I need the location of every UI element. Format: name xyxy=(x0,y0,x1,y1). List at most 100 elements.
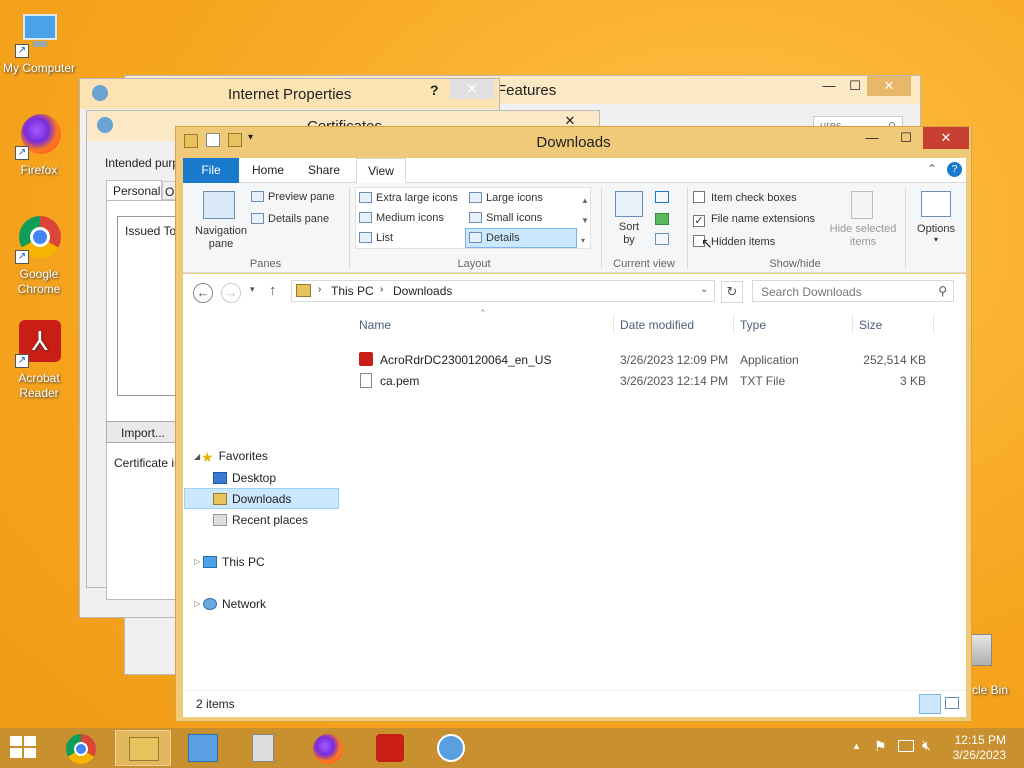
back-button[interactable]: ← xyxy=(193,283,213,303)
network-status-icon[interactable] xyxy=(898,740,914,752)
expand-icon[interactable]: ▷ xyxy=(194,557,200,566)
desktop-icon-firefox[interactable]: ↗ Firefox xyxy=(0,112,78,178)
taskbar-control-panel[interactable] xyxy=(176,730,232,766)
options-icon xyxy=(921,191,951,217)
search-input[interactable]: Search Downloads ⚲ xyxy=(752,280,954,302)
star-icon: ★ xyxy=(201,449,214,465)
hide-selected-items-button[interactable]: Hide selected items xyxy=(827,189,899,251)
group-label-current-view: Current view xyxy=(613,258,675,270)
collapse-ribbon-icon[interactable]: ⌃ xyxy=(927,162,937,176)
forward-button[interactable]: → xyxy=(221,283,241,303)
item-checkboxes-toggle[interactable]: Item check boxes xyxy=(693,191,797,204)
column-header-size[interactable]: Size xyxy=(859,318,882,332)
globe-icon xyxy=(92,85,108,101)
taskbar-acrobat[interactable] xyxy=(362,730,418,766)
expand-icon[interactable]: ▷ xyxy=(194,599,200,608)
up-button[interactable]: ↑ xyxy=(269,282,277,299)
taskbar-chrome[interactable] xyxy=(54,730,110,766)
minimize-button[interactable]: — xyxy=(855,127,889,149)
address-input[interactable]: › This PC › Downloads ⌄ xyxy=(291,280,715,302)
help-button[interactable]: ? xyxy=(430,82,439,98)
tab-home[interactable]: Home xyxy=(245,158,291,183)
tab-view[interactable]: View xyxy=(356,158,406,184)
taskbar-internet-properties[interactable] xyxy=(424,730,480,766)
start-button[interactable] xyxy=(10,736,38,760)
file-size: 252,514 KB xyxy=(863,353,926,367)
close-button[interactable]: ✕ xyxy=(923,127,969,149)
minimize-button[interactable]: — xyxy=(817,76,841,96)
chevron-down-icon[interactable]: ⌄ xyxy=(700,284,708,295)
details-view-button[interactable] xyxy=(919,694,941,714)
tab-personal[interactable]: Personal xyxy=(106,180,162,200)
tab-file[interactable]: File xyxy=(183,158,239,183)
column-header-name[interactable]: Name xyxy=(359,318,391,332)
large-icons-view-button[interactable] xyxy=(945,697,959,709)
file-name: ca.pem xyxy=(380,374,420,388)
close-button[interactable]: ✕ xyxy=(450,79,494,99)
volume-muted-icon[interactable]: 🔇︎ xyxy=(922,737,931,754)
refresh-button[interactable]: ↻ xyxy=(721,281,743,303)
nav-recent-places[interactable]: Recent places xyxy=(213,510,308,530)
taskbar-archive-app[interactable] xyxy=(236,730,292,766)
nav-favorites[interactable]: ★ Favorites xyxy=(201,446,268,466)
control-panel-icon xyxy=(188,734,218,762)
breadcrumb-this-pc[interactable]: This PC xyxy=(331,284,374,298)
layout-small-icons[interactable]: Small icons xyxy=(469,212,542,224)
title-bar[interactable]: ▾ Downloads — ☐ ✕ xyxy=(176,127,971,157)
desktop-icon-acrobat[interactable]: ⅄ ↗ Acrobat Reader xyxy=(0,320,78,401)
window-title: Downloads xyxy=(536,134,611,151)
layout-large-icons[interactable]: Large icons xyxy=(469,192,543,204)
navigation-pane-button[interactable]: Navigation pane xyxy=(191,189,247,255)
tab-share[interactable]: Share xyxy=(301,158,347,183)
layout-medium-icons[interactable]: Medium icons xyxy=(359,212,444,224)
size-columns-icon[interactable] xyxy=(655,233,669,245)
maximize-button[interactable]: ☐ xyxy=(843,76,867,96)
show-hidden-icons-button[interactable]: ▲ xyxy=(852,741,861,751)
clock-time: 12:15 PM xyxy=(954,733,1006,747)
globe-icon xyxy=(437,734,465,762)
nav-this-pc[interactable]: This PC xyxy=(203,552,265,572)
maximize-button[interactable]: ☐ xyxy=(889,127,923,149)
nav-network[interactable]: Network xyxy=(203,594,266,614)
column-header-date-modified[interactable]: Date modified xyxy=(620,318,694,332)
layout-details[interactable]: Details xyxy=(469,232,520,244)
add-columns-icon[interactable] xyxy=(655,213,669,225)
taskbar-file-explorer[interactable] xyxy=(115,730,171,766)
help-icon[interactable]: ? xyxy=(947,162,962,177)
gallery-scroll-icon[interactable]: ▲ ▼ ▾ xyxy=(581,191,589,251)
desktop-icon-chrome[interactable]: ↗ Google Chrome xyxy=(0,216,78,297)
options-button[interactable]: Options ▾ xyxy=(911,189,961,251)
layout-list[interactable]: List xyxy=(359,232,393,244)
taskbar: ▲ ⚑ 🔇︎ 12:15 PM 3/26/2023 xyxy=(0,728,1024,768)
explorer-window[interactable]: ▾ Downloads — ☐ ✕ File Home Share View ⌃… xyxy=(175,126,972,722)
column-header-type[interactable]: Type xyxy=(740,318,766,332)
mouse-cursor-icon: ↖ xyxy=(701,235,713,251)
file-row[interactable]: AcroRdrDC2300120064_en_US 3/26/2023 12:0… xyxy=(351,350,951,371)
checkbox-icon xyxy=(693,191,705,203)
taskbar-firefox[interactable] xyxy=(300,730,356,766)
close-button[interactable]: ✕ xyxy=(867,76,911,96)
hide-selected-icon xyxy=(851,191,873,219)
details-pane-icon xyxy=(251,213,264,224)
preview-pane-button[interactable]: Preview pane xyxy=(251,191,335,203)
chrome-icon: ↗ xyxy=(15,216,63,264)
desktop-icon-my-computer[interactable]: ↗ My Computer xyxy=(0,10,78,76)
import-button[interactable]: Import... xyxy=(106,421,186,443)
nav-downloads[interactable]: Downloads xyxy=(213,489,291,509)
file-row[interactable]: ca.pem 3/26/2023 12:14 PM TXT File 3 KB xyxy=(351,371,951,392)
group-by-icon[interactable] xyxy=(655,191,669,203)
system-clock[interactable]: 12:15 PM 3/26/2023 xyxy=(953,733,1006,763)
details-pane-button[interactable]: Details pane xyxy=(251,213,329,225)
file-list: ⌃ Name Date modified Type Size AcroRdrDC… xyxy=(351,308,966,690)
file-name-extensions-toggle[interactable]: ✓ File name extensions xyxy=(693,213,815,227)
file-date: 3/26/2023 12:14 PM xyxy=(620,374,729,388)
expand-icon[interactable]: ◢ xyxy=(194,452,200,461)
action-center-flag-icon[interactable]: ⚑ xyxy=(874,738,887,755)
tab-other[interactable]: O xyxy=(162,181,176,200)
desktop-icon-label: Acrobat Reader xyxy=(18,371,60,400)
layout-extra-large-icons[interactable]: Extra large icons xyxy=(359,192,458,204)
breadcrumb-downloads[interactable]: Downloads xyxy=(393,284,452,298)
sort-by-button[interactable]: Sort by xyxy=(609,189,649,251)
recent-locations-icon[interactable]: ▾ xyxy=(250,284,255,295)
nav-desktop[interactable]: Desktop xyxy=(213,468,276,488)
